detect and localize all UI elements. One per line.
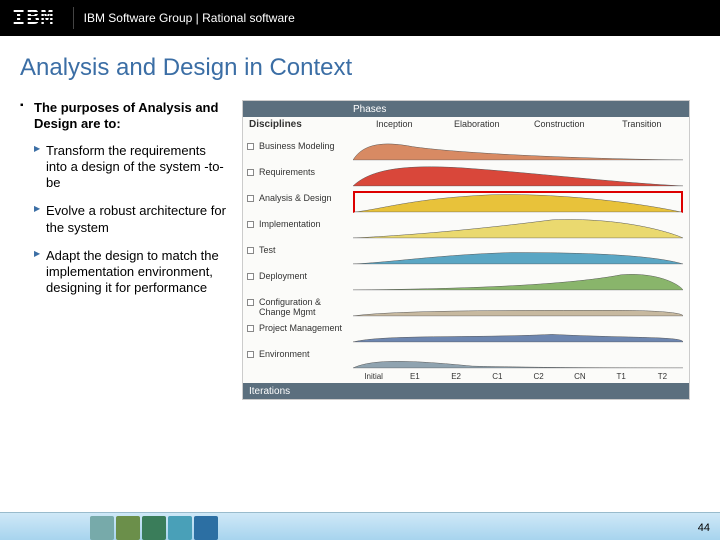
discipline-label: Implementation [259, 220, 349, 230]
bullet-item: Evolve a robust architecture for the sys… [20, 203, 228, 236]
divider [73, 7, 74, 29]
iter-label: T1 [601, 372, 642, 381]
iter-label: E2 [436, 372, 477, 381]
discipline-label: Configuration & Change Mgmt [259, 298, 349, 318]
footer-icon [116, 516, 140, 540]
footer-icons [90, 512, 270, 540]
hump-band [353, 191, 683, 213]
iter-label: E1 [394, 372, 435, 381]
header-subtitle: IBM Software Group | Rational software [84, 11, 295, 25]
iter-label: T2 [642, 372, 683, 381]
header-bar: IBM IBM Software Group | Rational softwa… [0, 0, 720, 36]
rup-hump-diagram: Phases Disciplines Inception Elaboration… [242, 100, 690, 400]
diagram-column: Phases Disciplines Inception Elaboration… [242, 100, 700, 400]
checkbox-icon [247, 325, 254, 332]
discipline-row: Requirements [243, 163, 689, 189]
hump-band [353, 347, 683, 369]
phase-label: Elaboration [436, 119, 519, 133]
checkbox-icon [247, 169, 254, 176]
discipline-label: Environment [259, 350, 349, 360]
checkbox-icon [247, 351, 254, 358]
discipline-label: Project Management [259, 324, 349, 334]
content-row: The purposes of Analysis and Design are … [20, 100, 700, 400]
disciplines-header: Disciplines [249, 119, 302, 130]
hump-band [353, 139, 683, 161]
discipline-label: Test [259, 246, 349, 256]
discipline-label: Business Modeling [259, 142, 349, 152]
phase-labels: Inception Elaboration Construction Trans… [353, 119, 683, 133]
phase-label: Transition [601, 119, 684, 133]
checkbox-icon [247, 221, 254, 228]
footer-bar: 44 [0, 512, 720, 540]
iterations-header: Iterations [243, 383, 689, 399]
checkbox-icon [247, 299, 254, 306]
discipline-row: Test [243, 241, 689, 267]
page-number: 44 [698, 522, 710, 534]
discipline-label: Requirements [259, 168, 349, 178]
ibm-logo: IBM [12, 6, 63, 31]
iteration-labels: Initial E1 E2 C1 C2 CN T1 T2 [353, 372, 683, 381]
hump-band [353, 217, 683, 239]
discipline-row: Implementation [243, 215, 689, 241]
discipline-row: Project Management [243, 319, 689, 345]
hump-band [353, 295, 683, 317]
bullet-item: Transform the requirements into a design… [20, 143, 228, 192]
checkbox-icon [247, 247, 254, 254]
hump-band [353, 243, 683, 265]
discipline-row: Business Modeling [243, 137, 689, 163]
hump-band [353, 165, 683, 187]
footer-icon [90, 516, 114, 540]
phases-header: Phases [243, 101, 689, 117]
iter-label: CN [559, 372, 600, 381]
discipline-row: Configuration & Change Mgmt [243, 293, 689, 319]
bullet-item: Adapt the design to match the implementa… [20, 248, 228, 297]
iter-label: C2 [518, 372, 559, 381]
bullet-heading: The purposes of Analysis and Design are … [20, 100, 228, 133]
hump-band [353, 269, 683, 291]
checkbox-icon [247, 195, 254, 202]
phase-label: Inception [353, 119, 436, 133]
discipline-row: Analysis & Design [243, 189, 689, 215]
iter-label: Initial [353, 372, 394, 381]
discipline-label: Deployment [259, 272, 349, 282]
phase-label: Construction [518, 119, 601, 133]
footer-icon [194, 516, 218, 540]
hump-band [353, 321, 683, 343]
bullet-column: The purposes of Analysis and Design are … [20, 100, 228, 400]
slide-title: Analysis and Design in Context [20, 54, 700, 82]
discipline-rows: Business Modeling Requirements Analysis & … [243, 137, 689, 371]
footer-icon [168, 516, 192, 540]
discipline-row: Environment [243, 345, 689, 371]
checkbox-icon [247, 143, 254, 150]
discipline-row: Deployment [243, 267, 689, 293]
discipline-label: Analysis & Design [259, 194, 349, 204]
footer-icon [142, 516, 166, 540]
iter-label: C1 [477, 372, 518, 381]
slide-body: Analysis and Design in Context The purpo… [0, 36, 720, 400]
checkbox-icon [247, 273, 254, 280]
